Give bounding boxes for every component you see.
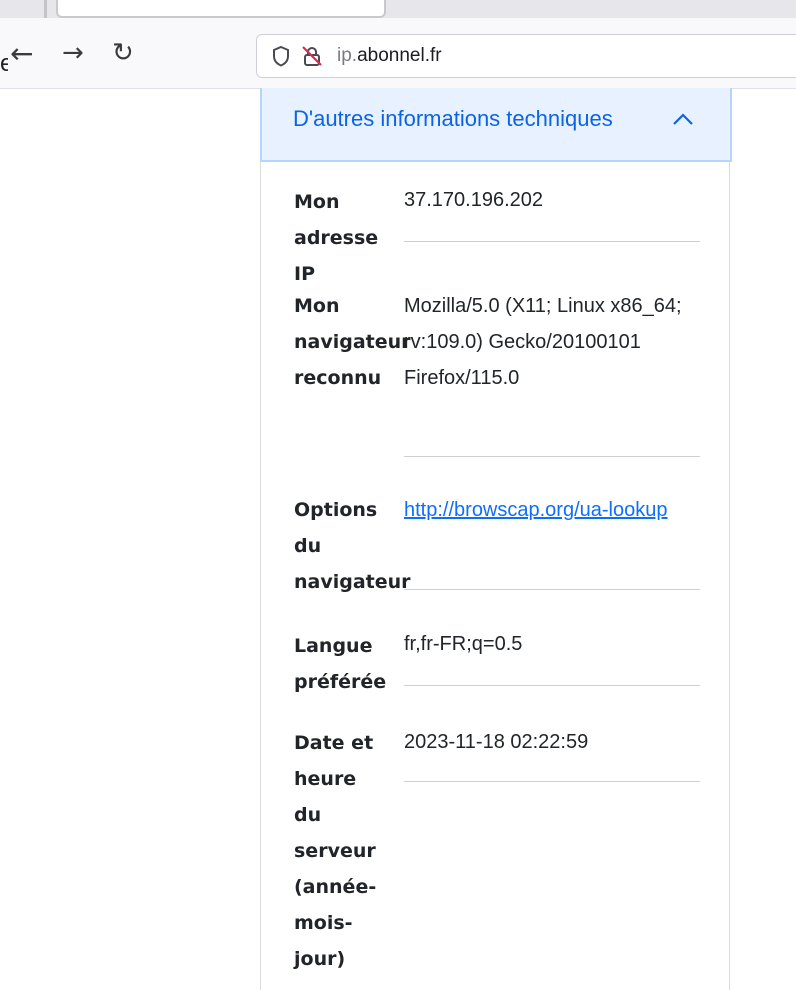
browser-options-value: http://browscap.org/ua-lookup xyxy=(404,492,700,528)
language-value: fr,fr-FR;q=0.5 xyxy=(404,633,523,655)
browser-value: Mozilla/5.0 (X11; Linux x86_64; rv:109.0… xyxy=(404,295,682,389)
ip-address-label: Mon adresse IP xyxy=(294,191,379,285)
browscap-link[interactable]: http://browscap.org/ua-lookup xyxy=(404,499,668,521)
insecure-lock-icon[interactable] xyxy=(301,45,323,67)
server-datetime-label: Date et heure du serveur (année-mois-jou… xyxy=(294,732,377,970)
chevron-up-icon xyxy=(673,113,693,125)
row-divider xyxy=(404,781,700,782)
address-bar[interactable]: ip.abonnel.fr xyxy=(256,34,796,78)
accordion-title: D'autres informations techniques xyxy=(293,106,613,131)
tab-strip xyxy=(0,0,796,18)
row-divider xyxy=(404,241,700,242)
language-label: Langue préférée xyxy=(294,635,387,693)
row-divider xyxy=(404,456,700,457)
shield-icon[interactable] xyxy=(271,45,291,67)
arrow-left-icon: ← xyxy=(10,37,34,70)
navigation-toolbar: ← → ↻ ip.abonnel.fr xyxy=(0,18,796,89)
ip-address-value: 37.170.196.202 xyxy=(404,189,544,211)
active-tab[interactable] xyxy=(56,0,386,18)
url-subdomain: ip. xyxy=(337,45,358,66)
row-divider xyxy=(404,589,700,590)
browser-options-label: Options du navigateur xyxy=(294,499,411,593)
url-text[interactable]: ip.abonnel.fr xyxy=(337,45,442,67)
accordion-toggle-button[interactable]: D'autres informations techniques xyxy=(260,88,732,162)
reload-button[interactable]: ↻ xyxy=(112,40,134,66)
accordion-panel: D'autres informations techniques Mon adr… xyxy=(260,88,732,990)
tab-divider xyxy=(44,0,47,18)
url-domain: abonnel.fr xyxy=(357,45,442,66)
row-divider xyxy=(404,685,700,686)
clipped-page-text: e xyxy=(0,52,8,76)
arrow-right-icon: → xyxy=(62,38,84,68)
back-button[interactable]: ← xyxy=(10,40,33,68)
server-datetime-value: 2023-11-18 02:22:59 xyxy=(404,731,589,753)
browser-label: Mon navigateur reconnu xyxy=(294,295,411,389)
forward-button[interactable]: → xyxy=(62,40,84,66)
reload-icon: ↻ xyxy=(112,38,134,68)
